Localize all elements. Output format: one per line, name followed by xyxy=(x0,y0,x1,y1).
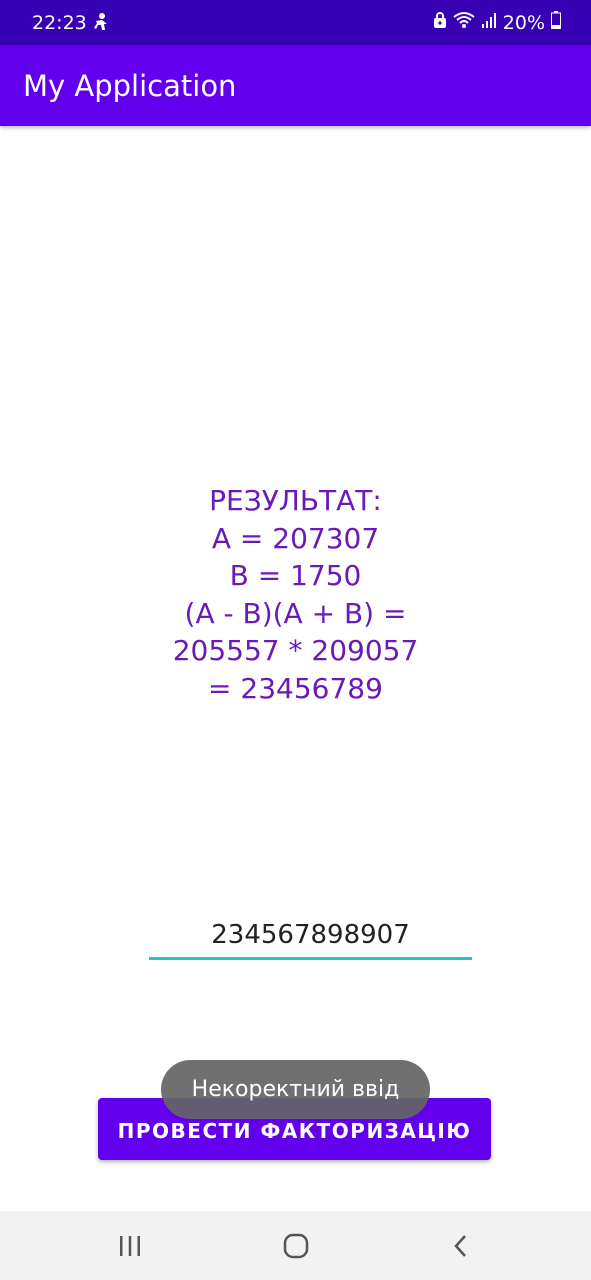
result-heading: РЕЗУЛЬТАТ: xyxy=(209,484,382,517)
result-line-total: = 23456789 xyxy=(208,671,383,705)
result-line-formula: (A - B)(A + B) = xyxy=(184,596,407,630)
result-line-b: B = 1750 xyxy=(229,559,362,592)
status-icons: 20% xyxy=(433,11,561,34)
result-line-product: 205557 * 209057 xyxy=(172,634,419,667)
result-text: РЕЗУЛЬТАТ: A = 207307 B = 1750 (A - B)(A… xyxy=(0,482,591,707)
signal-icon xyxy=(481,11,497,34)
status-bar: 22:23 20% xyxy=(0,0,591,45)
back-icon[interactable] xyxy=(441,1229,481,1263)
battery-icon xyxy=(551,11,561,34)
nav-bar xyxy=(0,1211,591,1280)
battery-percent: 20% xyxy=(502,11,545,34)
status-time: 22:23 xyxy=(32,12,87,34)
number-input[interactable] xyxy=(149,912,472,960)
toast-message: Некоректний ввід xyxy=(161,1060,430,1119)
home-icon[interactable] xyxy=(276,1229,316,1263)
app-bar: My Application xyxy=(0,45,591,126)
toast-text: Некоректний ввід xyxy=(191,1077,400,1102)
result-line-a: A = 207307 xyxy=(211,521,380,555)
recent-apps-icon[interactable] xyxy=(110,1229,150,1263)
notification-icon xyxy=(92,12,110,32)
lock-icon xyxy=(433,11,447,34)
app-title: My Application xyxy=(23,69,237,103)
wifi-icon xyxy=(453,11,475,34)
